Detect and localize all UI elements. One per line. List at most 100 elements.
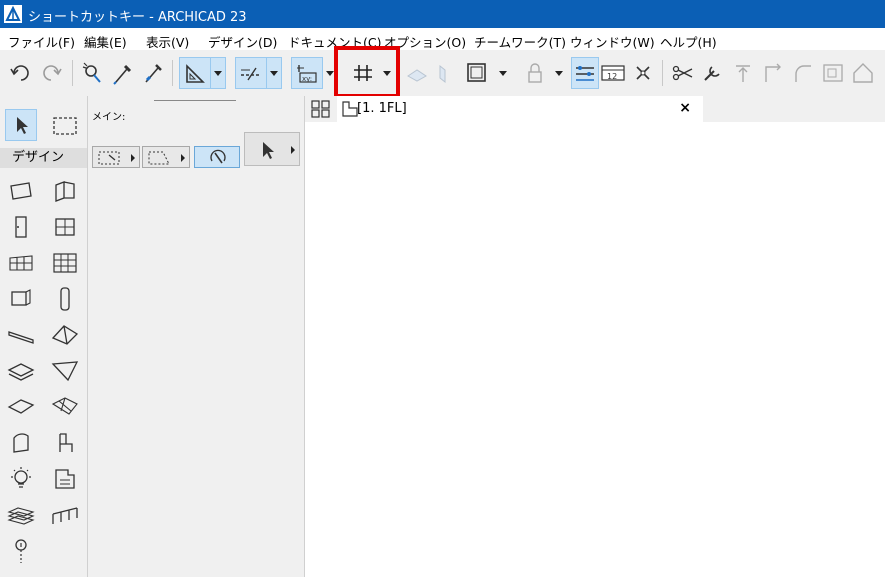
syringe-button[interactable] [140,58,166,88]
snap-guides-dropdown[interactable] [266,57,282,89]
mesh-tool[interactable] [6,392,36,422]
menu-file[interactable]: ファイル(F) [8,32,75,51]
undo-button[interactable] [8,58,34,88]
roof-tool-button[interactable] [850,58,876,88]
object-tool[interactable] [50,428,80,458]
undo-icon [10,65,29,81]
snap-guides-icon [241,67,261,81]
door-tool[interactable] [6,212,36,242]
object-grid-tool[interactable] [50,248,80,278]
beam-icon [60,287,70,311]
marquee-icon [53,117,77,135]
resize-button[interactable] [820,58,846,88]
magic-wand-button[interactable] [80,58,106,88]
object-icon [59,433,73,452]
trace-button[interactable] [571,57,599,89]
label-tool[interactable] [50,464,80,494]
rail-tool[interactable] [50,500,80,530]
tab-1fl[interactable]: [1. 1FL] × [337,96,703,122]
camera-tool[interactable] [6,500,36,530]
drag-button[interactable] [630,58,656,88]
guide-lines-dropdown[interactable] [210,57,226,89]
close-tab-icon[interactable]: × [679,100,691,116]
menu-bar: ファイル(F) 編集(E) 表示(V) デザイン(D) ドキュメント(C) オプ… [0,28,885,50]
shell-icon [51,325,79,345]
fillet-button[interactable] [790,58,816,88]
label-icon [55,469,75,489]
redo-button[interactable] [38,58,64,88]
dimension-button[interactable]: 12 [600,58,626,88]
window-tool[interactable] [50,212,80,242]
railing-tool[interactable] [50,356,80,386]
syringe-icon [145,64,162,83]
door-icon [15,216,27,238]
suspend-groups-dropdown[interactable] [496,58,510,88]
selection-method-button[interactable] [92,146,140,168]
object-grid-icon [53,253,77,273]
toolbar-separator [72,60,73,86]
grid-element-tool[interactable] [6,536,36,566]
chevron-down-icon [555,71,563,76]
window-title: ショートカットキー - ARCHICAD 23 [28,10,247,25]
eyedropper-button[interactable] [110,58,136,88]
relative-construction-button[interactable]: xy: [291,57,323,89]
polygon-select-icon [98,151,135,165]
adjust-icon [704,66,720,81]
morph-tool[interactable] [50,392,80,422]
layer-button[interactable] [404,58,430,88]
menu-teamwork[interactable]: チームワーク(T) [474,32,566,51]
menu-window[interactable]: ウィンドウ(W) [570,32,655,51]
menu-help[interactable]: ヘルプ(H) [660,32,717,51]
lamp-tool[interactable] [6,464,36,494]
elevate-button[interactable] [730,58,756,88]
stair-icon [7,363,35,381]
stair-tool[interactable] [6,356,36,386]
arrow-pointer-selector[interactable] [244,132,300,166]
dimension-icon: 12 [601,65,625,81]
suspend-groups-button[interactable] [464,58,490,88]
curtain-wall-tool[interactable] [6,248,36,278]
lamp-icon [11,467,31,488]
offset-button[interactable] [760,58,786,88]
arrow-tool[interactable] [5,109,37,141]
shell-tool[interactable] [50,320,80,350]
curtain-wall-icon [9,255,33,271]
magic-wand-icon [82,62,101,83]
toolbar-separator [662,60,663,86]
adjust-button[interactable] [700,58,726,88]
toolbox-panel: デザイン [0,96,88,577]
drag-icon [636,66,650,80]
slab-tool[interactable] [6,284,36,314]
snap-guides-button[interactable] [235,57,267,89]
toolbar-separator [172,60,173,86]
rotate-mode-button[interactable] [194,146,240,168]
column-tool[interactable] [50,176,80,206]
guide-lines-button[interactable] [179,57,211,89]
drawing-canvas[interactable] [305,122,885,577]
lock-button[interactable] [522,58,548,88]
marquee-mode-button[interactable] [142,146,190,168]
edit-mode-button[interactable] [430,58,456,88]
wall-tool[interactable] [6,176,36,206]
view-tab-bar: [1. 1FL] × [305,96,885,123]
split-icon [672,65,693,81]
menu-design[interactable]: デザイン(D) [208,32,277,51]
svg-text:xy:: xy: [302,75,312,83]
roof-icon [853,63,873,83]
zone-tool[interactable] [6,428,36,458]
camera-icon [7,507,35,525]
design-section-label[interactable]: デザイン [0,148,87,168]
layer-icon [407,69,427,82]
menu-view[interactable]: 表示(V) [146,32,189,51]
roof-tool[interactable] [6,320,36,350]
arrow-icon [17,117,28,134]
window-icon [55,218,75,236]
beam-tool[interactable] [50,284,80,314]
marquee-tool[interactable] [50,110,80,140]
fillet-icon [795,65,811,82]
lock-dropdown[interactable] [552,58,566,88]
menu-edit[interactable]: 編集(E) [84,32,127,51]
split-button[interactable] [670,58,696,88]
zone-icon [13,433,29,453]
tab-overview-icon[interactable] [311,100,331,118]
